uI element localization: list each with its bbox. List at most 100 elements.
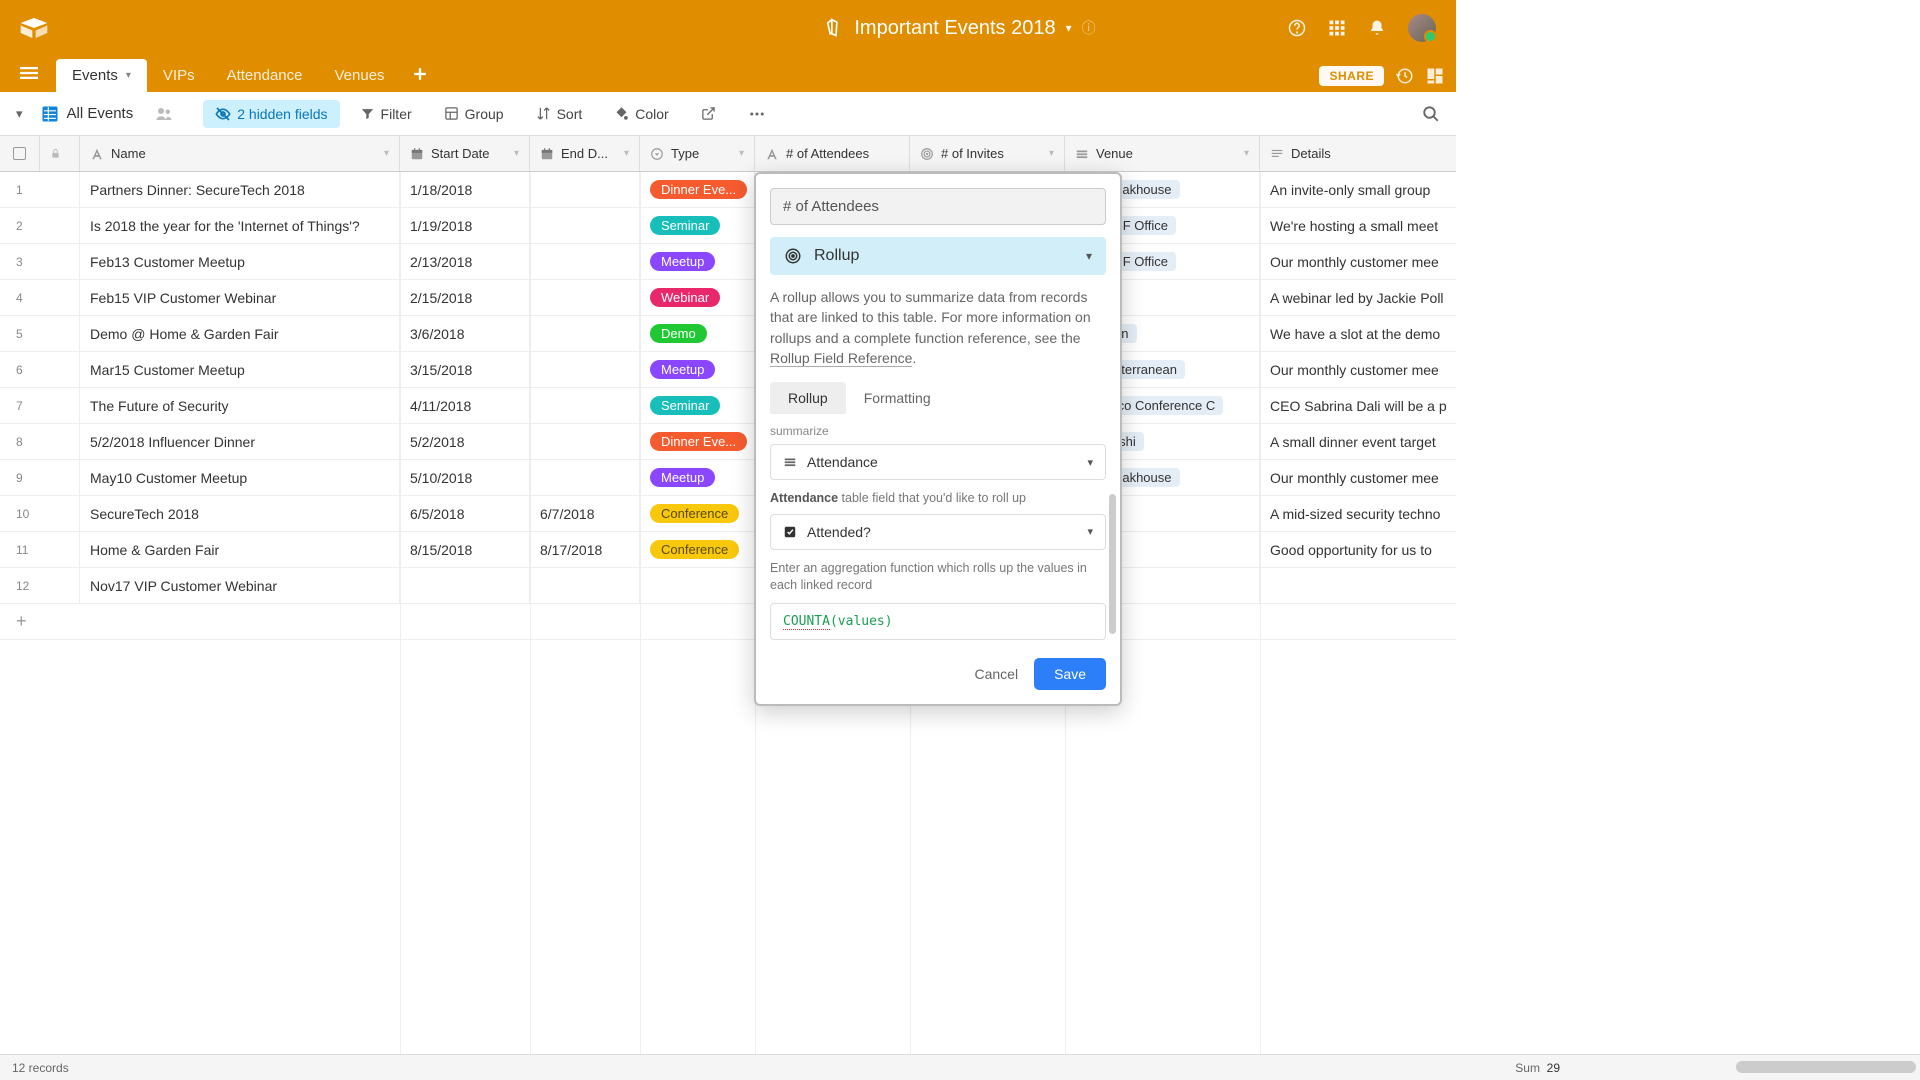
table-tab[interactable]: VIPs [147, 59, 211, 92]
tab-rollup[interactable]: Rollup [770, 382, 846, 414]
save-button[interactable]: Save [1034, 658, 1106, 690]
cell-start[interactable]: 1/19/2018 [400, 208, 530, 243]
cell-details[interactable]: Our monthly customer mee [1260, 460, 1456, 495]
table-tab[interactable]: Attendance [211, 59, 319, 92]
column-header-attendees[interactable]: # of Attendees [755, 136, 910, 171]
summarize-table-select[interactable]: Attendance ▾ [770, 444, 1106, 480]
cell-end[interactable] [530, 280, 640, 315]
menu-icon[interactable] [20, 64, 38, 82]
hidden-fields-button[interactable]: 2 hidden fields [203, 100, 339, 128]
collaborators-icon[interactable] [155, 105, 173, 123]
cell-name[interactable]: The Future of Security [80, 388, 400, 423]
chevron-down-icon[interactable]: ▾ [1066, 21, 1072, 35]
column-header-type[interactable]: Type▾ [640, 136, 755, 171]
cell-end[interactable] [530, 316, 640, 351]
cell-type[interactable] [640, 568, 755, 603]
help-icon[interactable] [1288, 19, 1306, 37]
more-button[interactable] [736, 99, 778, 129]
cell-start[interactable]: 3/6/2018 [400, 316, 530, 351]
field-type-select[interactable]: Rollup ▾ [770, 237, 1106, 275]
add-row-button[interactable]: + [0, 604, 1456, 640]
cell-type[interactable]: Dinner Eve... [640, 172, 755, 207]
apps-icon[interactable] [1328, 19, 1346, 37]
cell-type[interactable]: Meetup [640, 244, 755, 279]
table-row[interactable]: 4 Feb15 VIP Customer Webinar 2/15/2018 W… [0, 280, 1456, 316]
share-view-button[interactable] [689, 100, 728, 127]
cell-start[interactable]: 5/10/2018 [400, 460, 530, 495]
avatar[interactable] [1408, 14, 1436, 42]
cancel-button[interactable]: Cancel [974, 666, 1018, 682]
cell-name[interactable]: May10 Customer Meetup [80, 460, 400, 495]
cell-end[interactable] [530, 424, 640, 459]
cell-name[interactable]: Home & Garden Fair [80, 532, 400, 567]
table-row[interactable]: 9 May10 Customer Meetup 5/10/2018 Meetup… [0, 460, 1456, 496]
cell-name[interactable]: Is 2018 the year for the 'Internet of Th… [80, 208, 400, 243]
cell-end[interactable] [530, 172, 640, 207]
column-header-venue[interactable]: Venue▾ [1065, 136, 1260, 171]
cell-end[interactable]: 6/7/2018 [530, 496, 640, 531]
table-tab[interactable]: Venues [318, 59, 400, 92]
cell-type[interactable]: Conference [640, 496, 755, 531]
cell-end[interactable] [530, 460, 640, 495]
table-row[interactable]: 5 Demo @ Home & Garden Fair 3/6/2018 Dem… [0, 316, 1456, 352]
cell-start[interactable]: 6/5/2018 [400, 496, 530, 531]
cell-name[interactable]: Nov17 VIP Customer Webinar [80, 568, 400, 603]
cell-name[interactable]: 5/2/2018 Influencer Dinner [80, 424, 400, 459]
cell-details[interactable] [1260, 568, 1456, 603]
table-row[interactable]: 6 Mar15 Customer Meetup 3/15/2018 Meetup… [0, 352, 1456, 388]
cell-details[interactable]: An invite-only small group [1260, 172, 1456, 207]
cell-end[interactable] [530, 568, 640, 603]
cell-start[interactable]: 1/18/2018 [400, 172, 530, 207]
cell-end[interactable] [530, 352, 640, 387]
rollup-reference-link[interactable]: Rollup Field Reference [770, 350, 912, 367]
horizontal-scrollbar[interactable] [1736, 1061, 1916, 1073]
cell-name[interactable]: Partners Dinner: SecureTech 2018 [80, 172, 400, 207]
table-row[interactable]: 12 Nov17 VIP Customer Webinar [0, 568, 1456, 604]
share-button[interactable]: SHARE [1319, 66, 1384, 86]
popover-scrollbar[interactable] [1109, 494, 1116, 634]
column-header-details[interactable]: Details [1260, 136, 1456, 171]
view-menu-caret[interactable]: ▾ [16, 106, 23, 122]
cell-start[interactable]: 5/2/2018 [400, 424, 530, 459]
table-row[interactable]: 10 SecureTech 2018 6/5/2018 6/7/2018 Con… [0, 496, 1456, 532]
search-icon[interactable] [1422, 105, 1440, 123]
cell-type[interactable]: Demo [640, 316, 755, 351]
blocks-icon[interactable] [1426, 67, 1444, 85]
logo-icon[interactable] [20, 18, 48, 38]
table-row[interactable]: 2 Is 2018 the year for the 'Internet of … [0, 208, 1456, 244]
cell-type[interactable]: Conference [640, 532, 755, 567]
cell-end[interactable] [530, 244, 640, 279]
cell-details[interactable]: We're hosting a small meet [1260, 208, 1456, 243]
cell-start[interactable]: 2/13/2018 [400, 244, 530, 279]
cell-start[interactable]: 3/15/2018 [400, 352, 530, 387]
add-table-button[interactable] [401, 59, 439, 92]
cell-type[interactable]: Meetup [640, 460, 755, 495]
cell-end[interactable] [530, 208, 640, 243]
column-header-name[interactable]: Name▾ [80, 136, 400, 171]
cell-details[interactable]: We have a slot at the demo [1260, 316, 1456, 351]
group-button[interactable]: Group [432, 100, 516, 128]
table-row[interactable]: 1 Partners Dinner: SecureTech 2018 1/18/… [0, 172, 1456, 208]
cell-end[interactable]: 8/17/2018 [530, 532, 640, 567]
cell-name[interactable]: Feb15 VIP Customer Webinar [80, 280, 400, 315]
formula-input[interactable]: COUNTA(values) [770, 603, 1106, 640]
table-row[interactable]: 7 The Future of Security 4/11/2018 Semin… [0, 388, 1456, 424]
column-header-invites[interactable]: # of Invites▾ [910, 136, 1065, 171]
table-tab[interactable]: Events▾ [56, 59, 147, 92]
table-row[interactable]: 11 Home & Garden Fair 8/15/2018 8/17/201… [0, 532, 1456, 568]
cell-details[interactable]: A webinar led by Jackie Poll [1260, 280, 1456, 315]
cell-type[interactable]: Seminar [640, 208, 755, 243]
rollup-field-select[interactable]: Attended? ▾ [770, 514, 1106, 550]
cell-details[interactable]: A small dinner event target [1260, 424, 1456, 459]
info-icon[interactable]: ⓘ [1082, 18, 1096, 38]
cell-start[interactable] [400, 568, 530, 603]
select-all-checkbox[interactable] [0, 136, 40, 171]
cell-name[interactable]: Feb13 Customer Meetup [80, 244, 400, 279]
filter-button[interactable]: Filter [348, 100, 424, 128]
cell-type[interactable]: Meetup [640, 352, 755, 387]
cell-end[interactable] [530, 388, 640, 423]
cell-details[interactable]: A mid-sized security techno [1260, 496, 1456, 531]
summary-cell[interactable]: Sum 29 [1515, 1061, 1560, 1075]
cell-details[interactable]: Our monthly customer mee [1260, 352, 1456, 387]
history-icon[interactable] [1396, 67, 1414, 85]
